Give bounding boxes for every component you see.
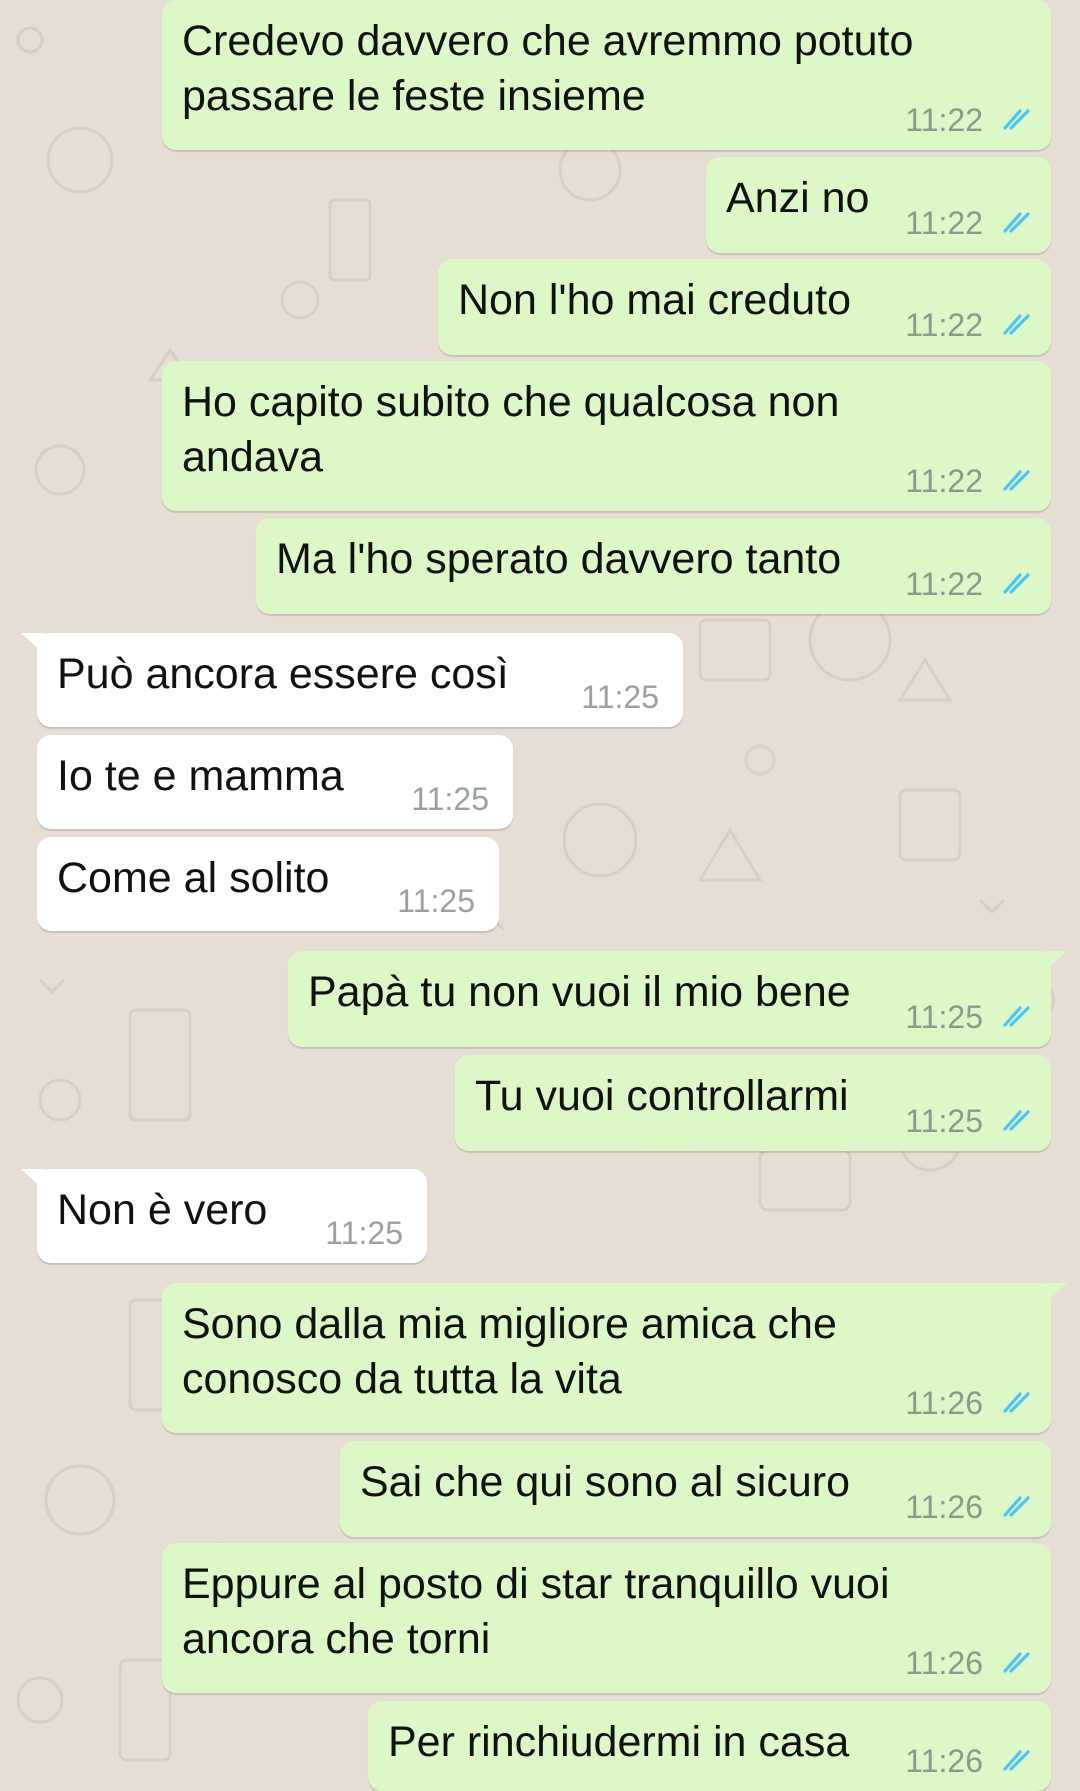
outgoing-message-bubble[interactable]: Ho capito subito che qualcosa non andava… bbox=[162, 361, 1051, 511]
outgoing-message-bubble[interactable]: Tu vuoi controllarmi 11:25 bbox=[455, 1055, 1051, 1151]
message-meta: 11:25 bbox=[325, 1215, 403, 1251]
read-double-check-icon bbox=[1003, 212, 1030, 233]
read-double-check-icon bbox=[1003, 1750, 1030, 1771]
message-text: Io te e mamma bbox=[57, 752, 344, 800]
message-time: 11:26 bbox=[905, 1489, 983, 1525]
message-text: Anzi no bbox=[726, 174, 870, 222]
message-meta: 11:26 bbox=[905, 1645, 1031, 1681]
outgoing-message-bubble[interactable]: Anzi no 11:22 bbox=[706, 157, 1051, 253]
message-meta: 11:25 bbox=[411, 781, 489, 817]
message-text: Ma l'ho sperato davvero tanto bbox=[276, 535, 842, 583]
read-double-check-icon bbox=[1003, 1006, 1030, 1027]
bubble-tail bbox=[1043, 951, 1067, 973]
incoming-message-bubble[interactable]: Io te e mamma 11:25 bbox=[37, 735, 513, 829]
message-time: 11:22 bbox=[905, 307, 983, 343]
message-meta: 11:25 bbox=[905, 1103, 1031, 1139]
message-text: Tu vuoi controllarmi bbox=[475, 1072, 849, 1120]
message-text: Non l'ho mai creduto bbox=[458, 276, 852, 324]
message-meta: 11:26 bbox=[905, 1743, 1031, 1779]
message-time: 11:25 bbox=[411, 781, 489, 817]
outgoing-message-bubble[interactable]: Eppure al posto di star tranquillo vuoi … bbox=[162, 1543, 1051, 1693]
bubble-tail bbox=[21, 1169, 45, 1191]
message-text: Per rinchiudermi in casa bbox=[388, 1718, 850, 1766]
message-time: 11:26 bbox=[905, 1385, 983, 1421]
outgoing-message-bubble[interactable]: Per rinchiudermi in casa 11:26 bbox=[368, 1701, 1051, 1791]
read-double-check-icon bbox=[1003, 573, 1030, 594]
message-meta: 11:22 bbox=[905, 566, 1031, 602]
outgoing-message-bubble[interactable]: Non l'ho mai creduto 11:22 bbox=[438, 259, 1051, 355]
bubble-tail bbox=[21, 633, 45, 655]
message-time: 11:22 bbox=[905, 205, 983, 241]
bubble-tail bbox=[1043, 1283, 1067, 1305]
message-time: 11:25 bbox=[325, 1215, 403, 1251]
outgoing-message-bubble[interactable]: Sai che qui sono al sicuro 11:26 bbox=[340, 1441, 1051, 1537]
outgoing-message-bubble[interactable]: Ma l'ho sperato davvero tanto 11:22 bbox=[256, 518, 1051, 614]
message-time: 11:25 bbox=[905, 999, 983, 1035]
message-text: Come al solito bbox=[57, 854, 330, 902]
message-text: Eppure al posto di star tranquillo vuoi … bbox=[182, 1560, 890, 1663]
message-meta: 11:25 bbox=[397, 883, 475, 919]
message-time: 11:25 bbox=[397, 883, 475, 919]
read-double-check-icon bbox=[1003, 470, 1030, 491]
message-text: Può ancora essere così bbox=[57, 650, 509, 698]
message-text: Sono dalla mia migliore amica che conosc… bbox=[182, 1300, 837, 1403]
message-list[interactable]: Credevo davvero che avremmo potuto passa… bbox=[0, 0, 1080, 1791]
message-meta: 11:25 bbox=[905, 999, 1031, 1035]
message-time: 11:25 bbox=[581, 679, 659, 715]
message-meta: 11:22 bbox=[905, 307, 1031, 343]
incoming-message-bubble[interactable]: Può ancora essere così 11:25 bbox=[21, 633, 683, 727]
message-meta: 11:22 bbox=[905, 102, 1031, 138]
message-meta: 11:26 bbox=[905, 1385, 1031, 1421]
read-double-check-icon bbox=[1003, 109, 1030, 130]
outgoing-message-bubble[interactable]: Sono dalla mia migliore amica che conosc… bbox=[162, 1283, 1067, 1433]
incoming-message-bubble[interactable]: Come al solito 11:25 bbox=[37, 837, 499, 931]
outgoing-message-bubble[interactable]: Credevo davvero che avremmo potuto passa… bbox=[162, 0, 1051, 150]
message-text: Ho capito subito che qualcosa non andava bbox=[182, 378, 840, 481]
read-double-check-icon bbox=[1003, 1110, 1030, 1131]
message-time: 11:25 bbox=[905, 1103, 983, 1139]
message-time: 11:26 bbox=[905, 1645, 983, 1681]
read-double-check-icon bbox=[1003, 314, 1030, 335]
outgoing-message-bubble[interactable]: Papà tu non vuoi il mio bene 11:25 bbox=[288, 951, 1067, 1047]
read-double-check-icon bbox=[1003, 1652, 1030, 1673]
message-time: 11:22 bbox=[905, 566, 983, 602]
message-time: 11:22 bbox=[905, 102, 983, 138]
message-meta: 11:26 bbox=[905, 1489, 1031, 1525]
message-text: Papà tu non vuoi il mio bene bbox=[308, 968, 851, 1016]
read-double-check-icon bbox=[1003, 1392, 1030, 1413]
incoming-message-bubble[interactable]: Non è vero 11:25 bbox=[21, 1169, 427, 1263]
message-meta: 11:25 bbox=[581, 679, 659, 715]
message-text: Non è vero bbox=[57, 1186, 268, 1234]
message-text: Credevo davvero che avremmo potuto passa… bbox=[182, 17, 914, 120]
message-text: Sai che qui sono al sicuro bbox=[360, 1458, 851, 1506]
read-double-check-icon bbox=[1003, 1496, 1030, 1517]
message-meta: 11:22 bbox=[905, 205, 1031, 241]
message-time: 11:26 bbox=[905, 1743, 983, 1779]
message-meta: 11:22 bbox=[905, 463, 1031, 499]
message-time: 11:22 bbox=[905, 463, 983, 499]
